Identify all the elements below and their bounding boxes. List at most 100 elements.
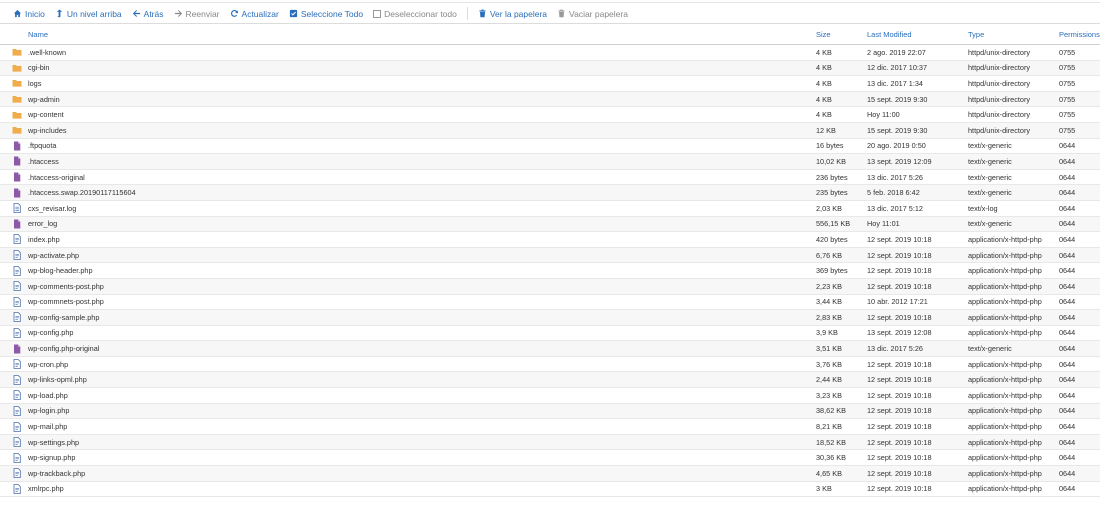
file-name[interactable]: wp-trackback.php	[27, 465, 815, 482]
file-permissions[interactable]: 0644	[1058, 325, 1100, 342]
file-name[interactable]: wp-includes	[27, 122, 815, 139]
table-row[interactable]: wp-trackback.php 4,65 KB 12 sept. 2019 10:…	[0, 465, 1100, 482]
file-name[interactable]: wp-blog-header.php	[27, 262, 815, 279]
file-permissions[interactable]: 0755	[1058, 122, 1100, 139]
permissions-column-header[interactable]: Permissions	[1058, 24, 1100, 45]
deselect-all-button[interactable]: Deseleccionar todo	[373, 9, 457, 19]
table-row[interactable]: xmlrpc.php 3 KB 12 sept. 2019 10:18 applica…	[0, 481, 1100, 498]
table-row[interactable]: wp-includes 12 KB 15 sept. 2019 9:30 httpd/…	[0, 122, 1100, 139]
table-row[interactable]: cxs_revisar.log 2,03 KB 13 dic. 2017 5:12 t…	[0, 200, 1100, 217]
up-one-level-button[interactable]: Un nivel arriba	[55, 9, 122, 19]
file-name[interactable]: wp-settings.php	[27, 434, 815, 451]
table-row[interactable]: wp-config.php-original 3,51 KB 13 dic. 201…	[0, 340, 1100, 357]
file-permissions[interactable]: 0644	[1058, 231, 1100, 248]
file-permissions[interactable]: 0644	[1058, 247, 1100, 264]
file-name[interactable]: wp-links-opml.php	[27, 371, 815, 389]
file-name[interactable]: wp-config.php	[27, 325, 815, 342]
table-row[interactable]: wp-signup.php 30,36 KB 12 sept. 2019 10:18…	[0, 449, 1100, 467]
table-row[interactable]: wp-comments-post.php 2,23 KB 12 sept. 2019…	[0, 278, 1100, 295]
table-row[interactable]: wp-activate.php 6,76 KB 12 sept. 2019 10:1…	[0, 247, 1100, 264]
table-row[interactable]: cgi-bin 4 KB 12 dic. 2017 10:37 httpd/unix-…	[0, 60, 1100, 77]
table-row[interactable]: wp-content 4 KB Hoy 11:00 httpd/unix-direct…	[0, 106, 1100, 123]
table-row[interactable]: error_log 556,15 KB Hoy 11:01 text/x-generi…	[0, 216, 1100, 233]
view-trash-button[interactable]: Ver la papelera	[478, 9, 547, 19]
size-column-header[interactable]: Size	[815, 24, 866, 45]
file-permissions[interactable]: 0644	[1058, 169, 1100, 186]
file-permissions[interactable]: 0644	[1058, 403, 1100, 420]
file-permissions[interactable]: 0644	[1058, 356, 1100, 373]
file-name[interactable]: wp-config.php-original	[27, 340, 815, 357]
table-row[interactable]: .htaccess 10,02 KB 13 sept. 2019 12:09 text…	[0, 153, 1100, 170]
table-row[interactable]: wp-admin 4 KB 15 sept. 2019 9:30 httpd/unix…	[0, 91, 1100, 108]
table-row[interactable]: wp-login.php 38,62 KB 12 sept. 2019 10:18 a…	[0, 403, 1100, 420]
file-name[interactable]: .ftpquota	[27, 138, 815, 155]
file-permissions[interactable]: 0644	[1058, 309, 1100, 326]
file-permissions[interactable]: 0644	[1058, 434, 1100, 451]
file-permissions[interactable]: 0644	[1058, 418, 1100, 435]
file-permissions[interactable]: 0755	[1058, 91, 1100, 108]
table-row[interactable]: index.php 420 bytes 12 sept. 2019 10:18 app…	[0, 231, 1100, 248]
type-column-header[interactable]: Type	[967, 24, 1058, 45]
file-permissions[interactable]: 0755	[1058, 60, 1100, 77]
forward-button[interactable]: Reenviar	[174, 9, 220, 19]
file-name[interactable]: index.php	[27, 231, 815, 248]
file-permissions[interactable]: 0644	[1058, 216, 1100, 233]
table-row[interactable]: wp-config.php 3,9 KB 13 sept. 2019 12:08 ap…	[0, 325, 1100, 342]
file-name[interactable]: .htaccess-original	[27, 169, 815, 186]
file-permissions[interactable]: 0644	[1058, 262, 1100, 279]
file-name[interactable]: wp-mail.php	[27, 418, 815, 435]
file-name[interactable]: error_log	[27, 216, 815, 233]
file-name[interactable]: logs	[27, 75, 815, 92]
file-permissions[interactable]: 0644	[1058, 278, 1100, 295]
file-permissions[interactable]: 0755	[1058, 106, 1100, 123]
table-row[interactable]: wp-links-opml.php 2,44 KB 12 sept. 2019 10…	[0, 371, 1100, 389]
file-name[interactable]: wp-activate.php	[27, 247, 815, 264]
file-name[interactable]: wp-commnets-post.php	[27, 294, 815, 311]
file-permissions[interactable]: 0644	[1058, 387, 1100, 404]
file-name[interactable]: wp-signup.php	[27, 449, 815, 467]
file-name[interactable]: cxs_revisar.log	[27, 200, 815, 217]
file-permissions[interactable]: 0644	[1058, 340, 1100, 357]
file-permissions[interactable]: 0644	[1058, 153, 1100, 170]
file-permissions[interactable]: 0644	[1058, 138, 1100, 155]
file-name[interactable]: wp-load.php	[27, 387, 815, 404]
table-row[interactable]: wp-settings.php 18,52 KB 12 sept. 2019 10:…	[0, 434, 1100, 451]
file-name[interactable]: .well-known	[27, 44, 815, 61]
table-row[interactable]: wp-blog-header.php 369 bytes 12 sept. 2019…	[0, 262, 1100, 279]
empty-trash-button[interactable]: Vaciar papelera	[557, 9, 628, 19]
file-name[interactable]: wp-content	[27, 106, 815, 123]
table-row[interactable]: .htaccess.swap.20190117115604 235 bytes 5 …	[0, 184, 1100, 201]
table-row[interactable]: wp-commnets-post.php 3,44 KB 10 abr. 2012 …	[0, 294, 1100, 311]
table-row[interactable]: wp-load.php 3,23 KB 12 sept. 2019 10:18 app…	[0, 387, 1100, 404]
file-permissions[interactable]: 0644	[1058, 481, 1100, 498]
refresh-button[interactable]: Actualizar	[230, 9, 279, 19]
file-name[interactable]: wp-cron.php	[27, 356, 815, 373]
file-permissions[interactable]: 0644	[1058, 200, 1100, 217]
file-name[interactable]: .htaccess.swap.20190117115604	[27, 184, 815, 201]
file-name[interactable]: wp-comments-post.php	[27, 278, 815, 295]
file-name[interactable]: wp-admin	[27, 91, 815, 108]
file-name[interactable]: wp-login.php	[27, 403, 815, 420]
file-name[interactable]: wp-config-sample.php	[27, 309, 815, 326]
file-name[interactable]: cgi-bin	[27, 60, 815, 77]
file-permissions[interactable]: 0644	[1058, 184, 1100, 201]
name-column-header[interactable]: Name	[27, 24, 815, 45]
table-row[interactable]: .htaccess-original 236 bytes 13 dic. 2017 …	[0, 169, 1100, 186]
last-modified-column-header[interactable]: Last Modified	[866, 24, 967, 45]
table-row[interactable]: wp-cron.php 3,76 KB 12 sept. 2019 10:18 app…	[0, 356, 1100, 373]
select-all-button[interactable]: Seleccione Todo	[289, 9, 363, 19]
file-permissions[interactable]: 0644	[1058, 449, 1100, 467]
table-row[interactable]: wp-config-sample.php 2,83 KB 12 sept. 2019…	[0, 309, 1100, 326]
file-permissions[interactable]: 0755	[1058, 75, 1100, 92]
table-row[interactable]: .well-known 4 KB 2 ago. 2019 22:07 httpd/un…	[0, 44, 1100, 61]
table-row[interactable]: .ftpquota 16 bytes 20 ago. 2019 0:50 text/x…	[0, 138, 1100, 155]
file-permissions[interactable]: 0644	[1058, 371, 1100, 389]
file-permissions[interactable]: 0644	[1058, 294, 1100, 311]
table-row[interactable]: wp-mail.php 8,21 KB 12 sept. 2019 10:18 app…	[0, 418, 1100, 435]
table-row[interactable]: logs 4 KB 13 dic. 2017 1:34 httpd/unix-dire…	[0, 75, 1100, 92]
file-permissions[interactable]: 0644	[1058, 465, 1100, 482]
file-name[interactable]: .htaccess	[27, 153, 815, 170]
file-permissions[interactable]: 0755	[1058, 44, 1100, 61]
file-name[interactable]: xmlrpc.php	[27, 481, 815, 498]
back-button[interactable]: Atrás	[132, 9, 164, 19]
